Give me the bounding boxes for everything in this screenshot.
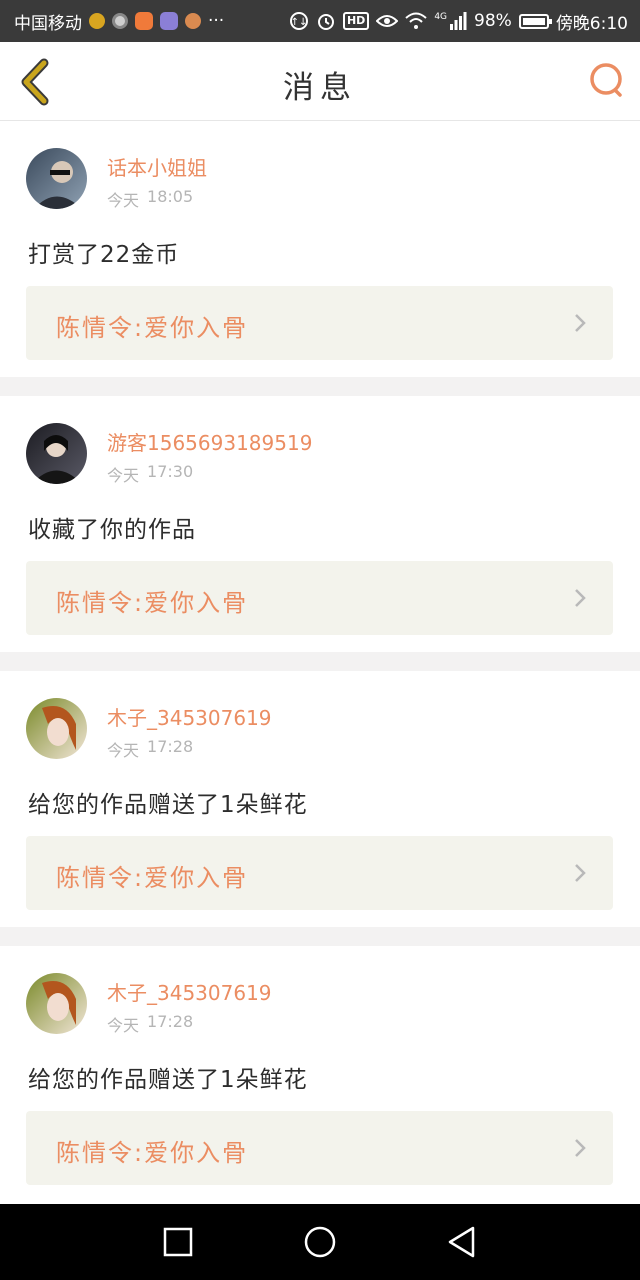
timestamp: 今天 17:28 [107,737,193,761]
eye-comfort-icon [376,13,399,29]
work-title: 陈情令:爱你入骨 [56,1139,249,1167]
triangle-back-icon [448,1226,475,1258]
system-back-button[interactable] [442,1222,482,1262]
message-text: 给您的作品赠送了1朵鲜花 [28,792,308,818]
avatar[interactable] [26,148,87,209]
battery-icon [518,13,552,29]
alarm-icon [316,11,336,31]
chevron-right-icon [575,1139,586,1157]
message-text: 收藏了你的作品 [28,517,196,543]
message-card: 游客1565693189519 今天 17:30 收藏了你的作品 陈情令:爱你入… [0,396,640,652]
message-card: 木子_345307619 今天 17:28 给您的作品赠送了1朵鲜花 陈情令:爱… [0,946,640,1202]
app-notification-icon [112,13,128,29]
username[interactable]: 木子_345307619 [107,702,272,731]
message-card: 话本小姐姐 今天 18:05 打赏了22金币 陈情令:爱你入骨 [0,121,640,377]
navigation-bar [0,1204,640,1280]
time-label: 18:05 [147,187,194,206]
divider [0,927,640,946]
divider [0,377,640,396]
chevron-right-icon [575,864,586,882]
chevron-right-icon [575,314,586,332]
divider [0,652,640,671]
work-title: 陈情令:爱你入骨 [56,589,249,617]
home-button[interactable] [300,1222,340,1262]
message-text: 打赏了22金币 [28,242,180,268]
work-link[interactable]: 陈情令:爱你入骨 [26,1111,613,1185]
wifi-icon [405,12,427,30]
status-bar: 中国移动 ··· ↑↓ HD 4G 98% 傍晚6:10 [0,0,640,42]
timestamp: 今天 17:30 [107,462,193,486]
carrier-label: 中国移动 [14,13,82,34]
timestamp: 今天 18:05 [107,187,193,211]
search-icon [590,63,622,97]
app-notification-icon [89,13,105,29]
day-label: 今天 [107,466,140,485]
battery-percent: 98% [474,11,512,31]
timestamp: 今天 17:28 [107,1012,193,1036]
message-text: 给您的作品赠送了1朵鲜花 [28,1067,308,1093]
time-label: 17:30 [147,462,194,481]
message-list: 话本小姐姐 今天 18:05 打赏了22金币 陈情令:爱你入骨 游客156569… [0,121,640,1202]
circle-icon [304,1226,336,1258]
data-saver-icon: ↑↓ [289,11,309,31]
hd-voice-icon: HD [342,12,370,30]
work-link[interactable]: 陈情令:爱你入骨 [26,836,613,910]
work-title: 陈情令:爱你入骨 [56,864,249,892]
time-label: 17:28 [147,1012,194,1031]
signal-icon: 4G [434,12,467,30]
day-label: 今天 [107,1016,140,1035]
work-link[interactable]: 陈情令:爱你入骨 [26,286,613,360]
day-label: 今天 [107,191,140,210]
work-link[interactable]: 陈情令:爱你入骨 [26,561,613,635]
app-notification-icon [185,13,201,29]
svg-text:↑↓: ↑↓ [291,17,308,28]
work-title: 陈情令:爱你入骨 [56,314,249,342]
app-header: 消息 [0,42,640,121]
chevron-right-icon [575,589,586,607]
search-button[interactable] [586,60,626,100]
username[interactable]: 木子_345307619 [107,977,272,1006]
time-label: 17:28 [147,737,194,756]
network-type-label: 4G [434,12,448,22]
message-card: 木子_345307619 今天 17:28 给您的作品赠送了1朵鲜花 陈情令:爱… [0,671,640,927]
app-notification-icon [160,12,178,30]
more-notifications-label: ··· [208,11,225,31]
avatar[interactable] [26,698,87,759]
username[interactable]: 游客1565693189519 [107,427,312,456]
username[interactable]: 话本小姐姐 [107,152,207,181]
square-icon [163,1227,193,1257]
video-app-icon [135,12,153,30]
page-title: 消息 [283,70,357,106]
clock: 傍晚6:10 [555,13,628,34]
recent-apps-button[interactable] [158,1222,198,1262]
avatar[interactable] [26,973,87,1034]
day-label: 今天 [107,741,140,760]
avatar[interactable] [26,423,87,484]
